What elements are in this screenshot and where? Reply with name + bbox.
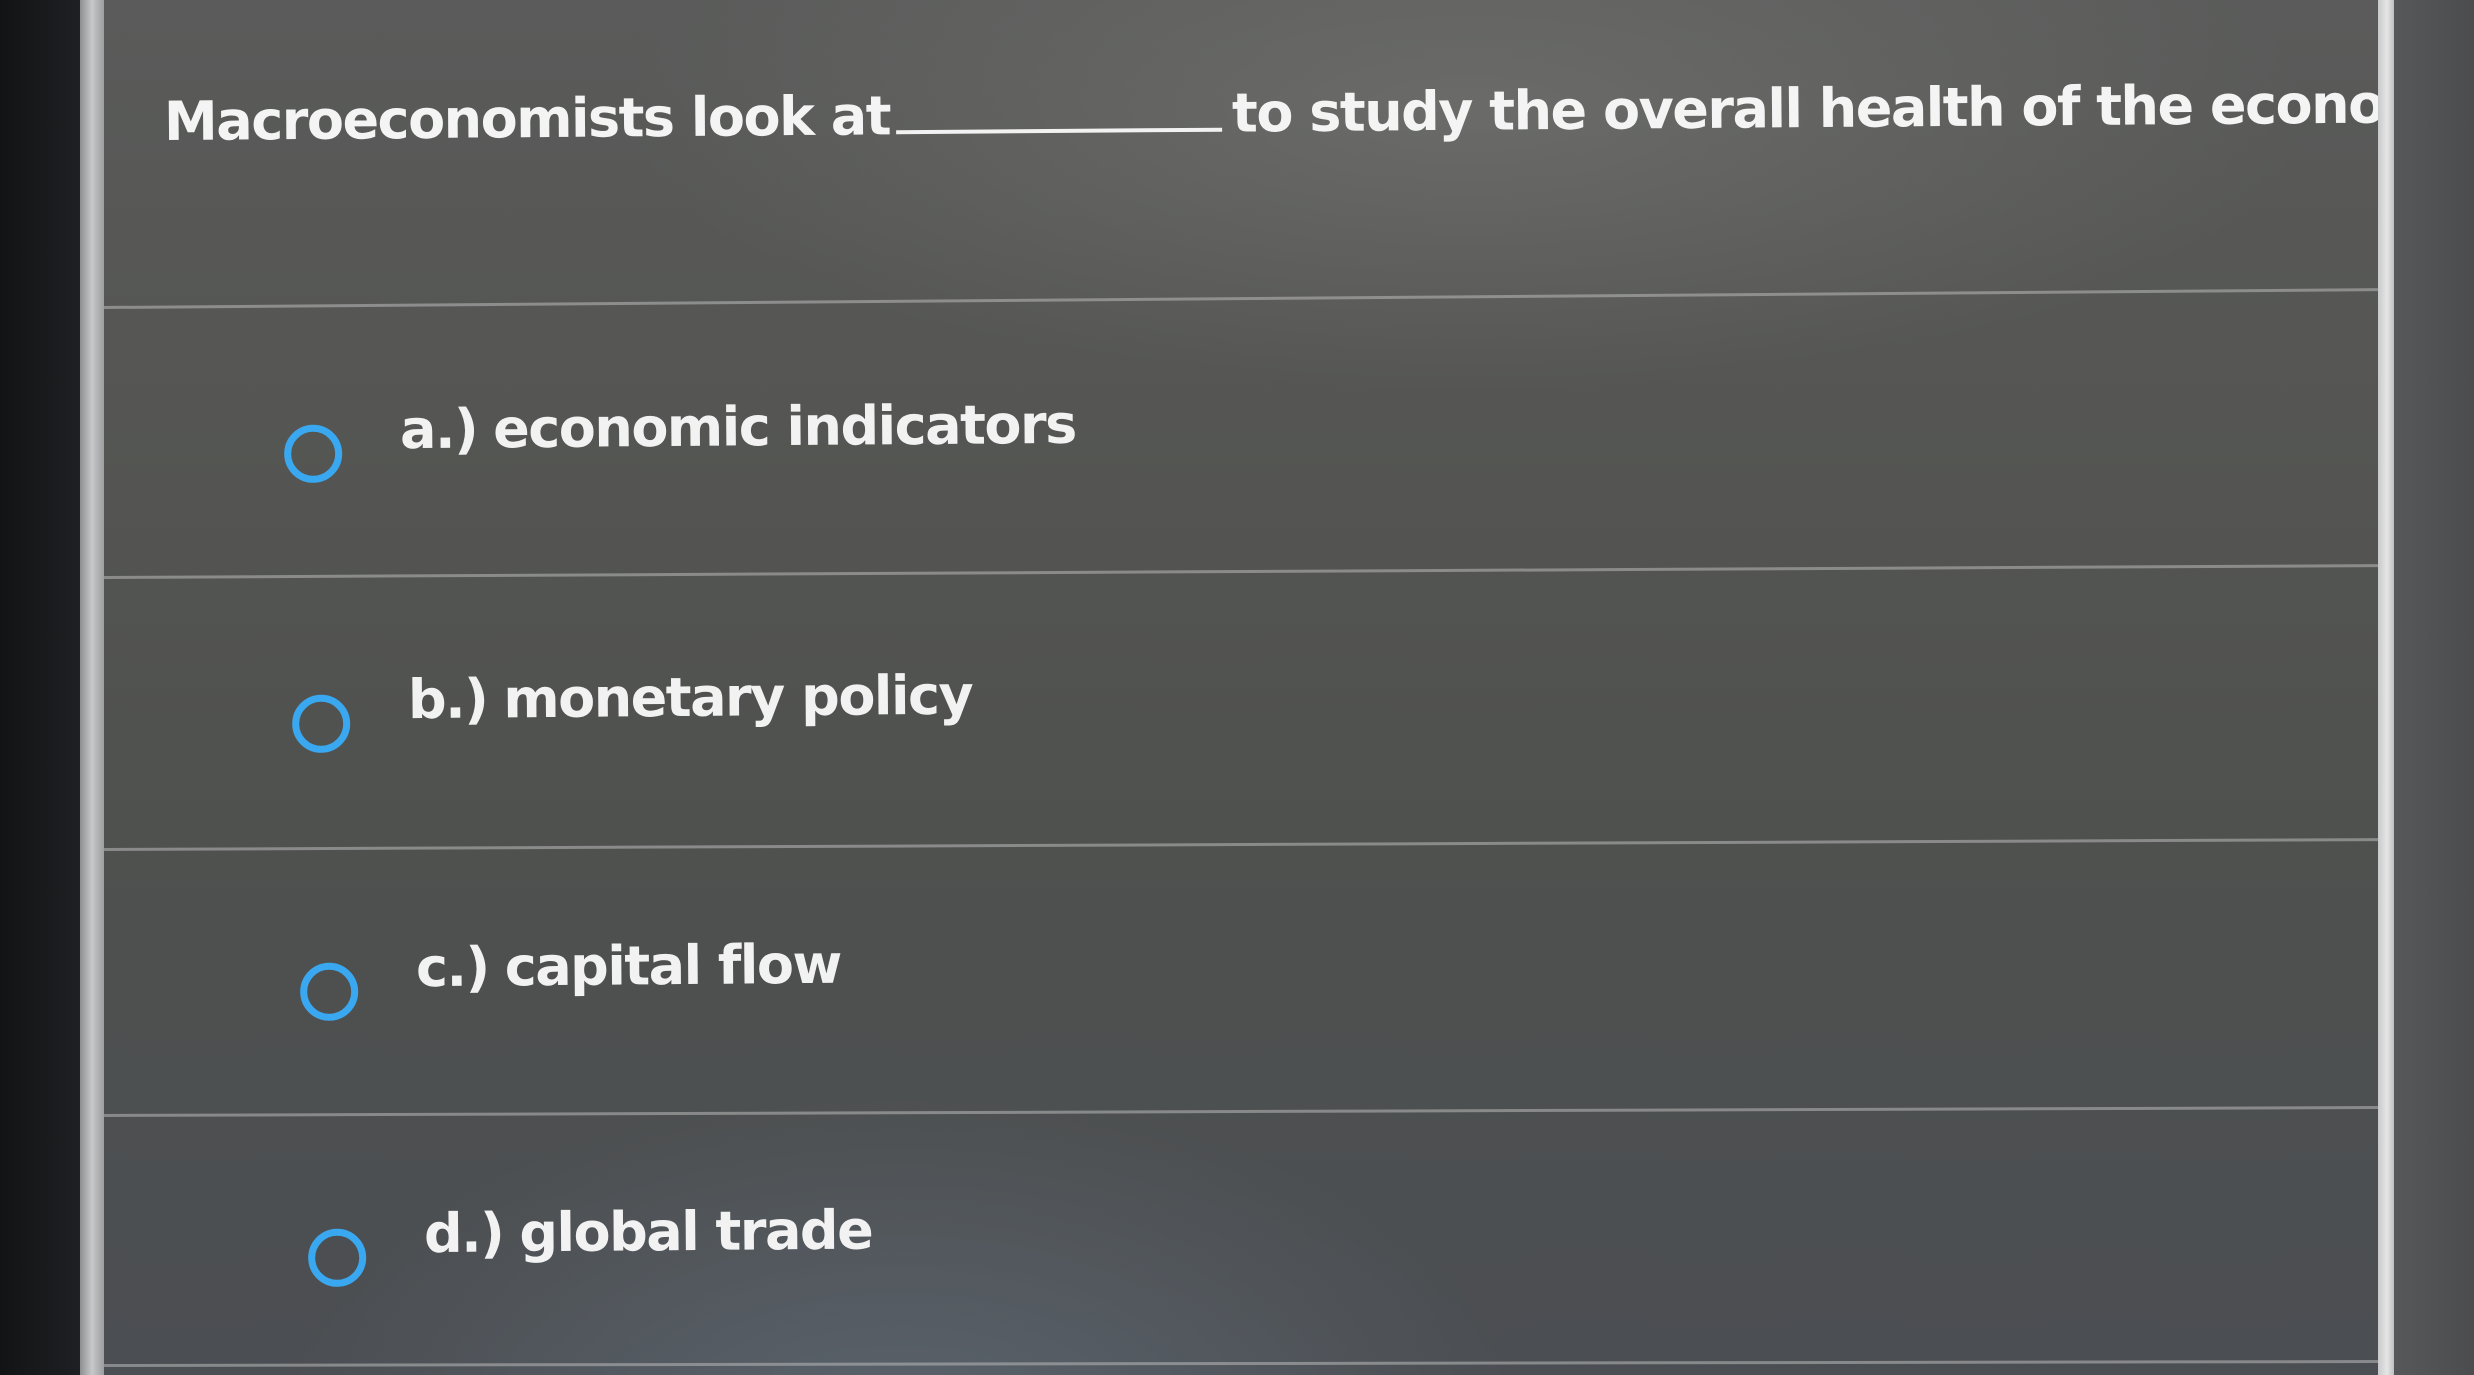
divider	[103, 288, 2378, 309]
option-a-letter: a.)	[399, 396, 478, 461]
option-d[interactable]: d.) global trade	[307, 1160, 2109, 1294]
option-b[interactable]: b.) monetary policy	[291, 626, 2093, 760]
option-c[interactable]: c.) capital flow	[299, 894, 2101, 1028]
option-c-text: capital flow	[504, 932, 842, 998]
radio-button-a[interactable]	[283, 424, 343, 483]
option-c-letter: c.)	[415, 935, 489, 999]
option-d-label[interactable]: d.) global trade	[424, 1198, 873, 1265]
option-c-label[interactable]: c.) capital flow	[416, 932, 841, 998]
option-b-text: monetary policy	[503, 663, 973, 730]
question-text-after-blank: to study the overall health of the econo…	[1231, 71, 2474, 145]
divider	[103, 564, 2378, 579]
question-text-before-blank: Macroeconomists look at	[163, 84, 891, 153]
answer-blank	[895, 79, 1223, 135]
option-d-letter: d.)	[423, 1200, 504, 1265]
radio-button-b[interactable]	[291, 694, 351, 753]
divider	[103, 1360, 2378, 1367]
option-b-letter: b.)	[407, 666, 488, 731]
radio-button-d[interactable]	[307, 1228, 367, 1287]
radio-button-c[interactable]	[299, 962, 359, 1021]
screen-edge-left	[80, 0, 104, 1375]
question-panel: Macroeconomists look at to study the over…	[103, 0, 2474, 1375]
question-text: Macroeconomists look at to study the over…	[163, 71, 2474, 153]
option-a-text: economic indicators	[492, 392, 1076, 460]
option-d-text: global trade	[519, 1198, 873, 1264]
divider	[103, 838, 2378, 851]
option-b-label[interactable]: b.) monetary policy	[408, 663, 973, 730]
monitor-bezel-right	[2394, 0, 2474, 1375]
divider	[103, 1106, 2378, 1117]
option-a-label[interactable]: a.) economic indicators	[400, 392, 1076, 460]
option-a[interactable]: a.) economic indicators	[283, 356, 2085, 490]
